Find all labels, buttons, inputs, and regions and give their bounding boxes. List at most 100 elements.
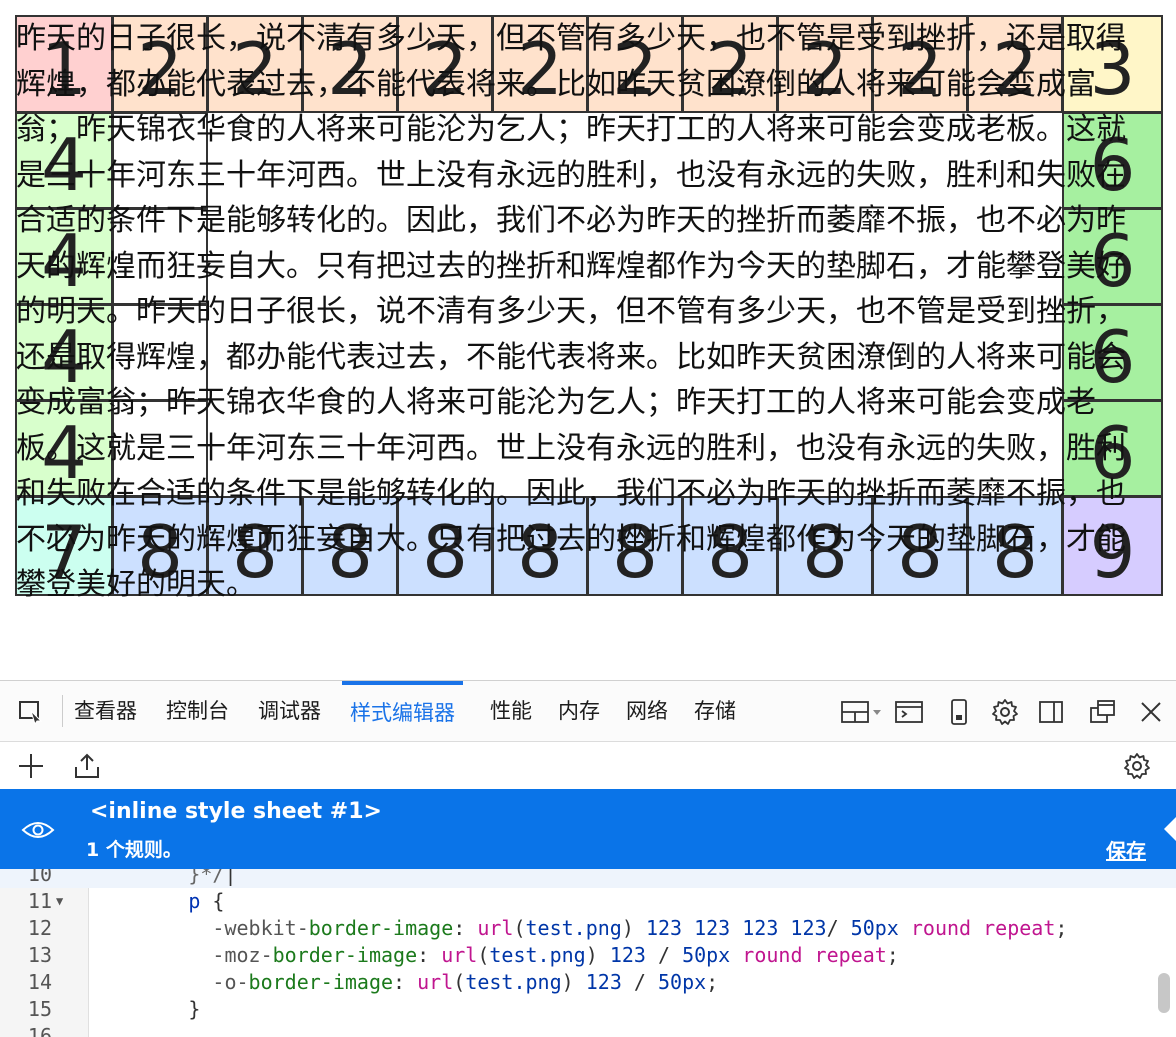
line-number: 11 [27, 889, 52, 913]
editor-scrollbar[interactable] [1158, 973, 1170, 1013]
code-token: test.png [489, 943, 586, 967]
tab-performance[interactable]: 性能 [482, 681, 540, 741]
paragraph-text: 昨天的日子很长，说不清有多少天，但不管有多少天，也不管是受到挫折，还是取得辉煌，… [16, 21, 1126, 602]
style-editor-toolbar [0, 742, 1176, 790]
import-stylesheet-icon[interactable] [70, 749, 104, 783]
code-text: p { [92, 888, 224, 915]
eye-icon[interactable] [18, 813, 58, 847]
code-line[interactable]: 15 } [0, 996, 1176, 1023]
code-text: -o-border-image: url(test.png) 123 / 50p… [92, 969, 718, 996]
line-number: 10 [27, 869, 52, 886]
line-number: 15 [27, 997, 52, 1021]
rule-count: 1 个规则。 [86, 839, 182, 861]
code-token: ( [513, 916, 526, 940]
element-picker-icon[interactable] [14, 695, 48, 729]
tab-memory[interactable]: 内存 [550, 681, 608, 741]
devtools-tabbar: 查看器 控制台 调试器 样式编辑器 性能 内存 网络 存储 [0, 681, 1176, 742]
tab-console[interactable]: 控制台 [158, 681, 237, 741]
code-token: 123 123 123 123 [645, 916, 827, 940]
tab-separator [62, 695, 63, 727]
code-text: -webkit-border-image: url(test.png) 123 … [92, 915, 1067, 942]
layout-toggle-icon[interactable] [838, 695, 886, 729]
code-token: border-image [272, 943, 418, 967]
code-token: -webkit- [92, 916, 309, 940]
code-token: repeat [983, 916, 1056, 940]
code-line[interactable]: 16 [0, 1023, 1176, 1037]
code-token: test.png [525, 916, 622, 940]
code-token: -o- [92, 970, 249, 994]
code-text: }*/| [92, 869, 237, 888]
code-token: }*/ [92, 869, 225, 886]
code-token: border-image [248, 970, 394, 994]
tab-debugger[interactable]: 调试器 [250, 681, 329, 741]
code-token: round [910, 916, 972, 940]
code-token: url [477, 916, 514, 940]
code-token: / [621, 970, 658, 994]
code-token: : [453, 916, 478, 940]
stylesheet-list-item[interactable]: <inline style sheet #1> 1 个规则。 保存 [0, 789, 1176, 869]
sheet-pointer [1164, 817, 1176, 841]
devtools-panel: 查看器 控制台 调试器 样式编辑器 性能 内存 网络 存储 <inline st… [0, 680, 1176, 1037]
code-token: { [200, 889, 225, 913]
line-number: 14 [27, 970, 52, 994]
code-token: / [645, 943, 683, 967]
code-token: test.png [465, 970, 562, 994]
fold-arrow-icon[interactable]: ▼ [56, 888, 63, 915]
save-link[interactable]: 保存 [1106, 835, 1146, 864]
responsive-design-icon[interactable] [942, 695, 976, 729]
line-number: 12 [27, 916, 52, 940]
split-console-icon[interactable] [892, 695, 926, 729]
close-icon[interactable] [1134, 695, 1168, 729]
code-line[interactable]: 12 -webkit-border-image: url(test.png) 1… [0, 915, 1176, 942]
code-token: ; [886, 943, 899, 967]
code-token: -moz- [92, 943, 273, 967]
code-token: 50px [682, 943, 731, 967]
code-token: url [417, 970, 454, 994]
stylesheet-name: <inline style sheet #1> [90, 799, 382, 824]
separate-window-icon[interactable] [1086, 695, 1120, 729]
code-token: 123 [585, 970, 622, 994]
code-token: | [224, 869, 237, 886]
code-token: / [826, 916, 851, 940]
code-token: round [742, 943, 803, 967]
line-number: 13 [27, 943, 52, 967]
code-token: : [393, 970, 418, 994]
code-token: ( [453, 970, 466, 994]
new-stylesheet-icon[interactable] [14, 749, 48, 783]
code-token: 50px [657, 970, 707, 994]
code-line[interactable]: 14 -o-border-image: url(test.png) 123 / … [0, 969, 1176, 996]
page-viewport: 12222222222346464646788888888889 昨天的日子很长… [0, 0, 1176, 680]
code-line[interactable]: 11 ▼ p { [0, 888, 1176, 915]
code-token: p [188, 889, 201, 913]
code-token: ) [561, 970, 586, 994]
code-editor[interactable]: 10 }*/| 11 ▼ p {12 -webkit-border-image: u… [0, 869, 1176, 1037]
tab-style-editor[interactable]: 样式编辑器 [342, 681, 463, 741]
code-token: : [417, 943, 442, 967]
code-token: ; [1055, 916, 1068, 940]
code-text: } [92, 996, 200, 1023]
code-line[interactable]: 13 -moz-border-image: url(test.png) 123 … [0, 942, 1176, 969]
tab-storage[interactable]: 存储 [686, 681, 744, 741]
code-line[interactable]: 10 }*/| [0, 869, 1176, 888]
line-number: 16 [27, 1024, 52, 1037]
code-token: } [92, 997, 201, 1021]
code-token: url [441, 943, 478, 967]
editor-settings-gear-icon[interactable] [1120, 749, 1154, 783]
code-token: ; [706, 970, 719, 994]
code-token: border-image [308, 916, 454, 940]
settings-gear-icon[interactable] [988, 695, 1022, 729]
code-token: ) [585, 943, 610, 967]
tab-inspector[interactable]: 查看器 [66, 681, 145, 741]
code-token: repeat [814, 943, 887, 967]
code-token: 50px [850, 916, 899, 940]
tab-network[interactable]: 网络 [618, 681, 676, 741]
code-token: ( [477, 943, 490, 967]
code-text: -moz-border-image: url(test.png) 123 / 5… [92, 942, 899, 969]
code-token: ) [621, 916, 646, 940]
dock-side-icon[interactable] [1034, 695, 1068, 729]
